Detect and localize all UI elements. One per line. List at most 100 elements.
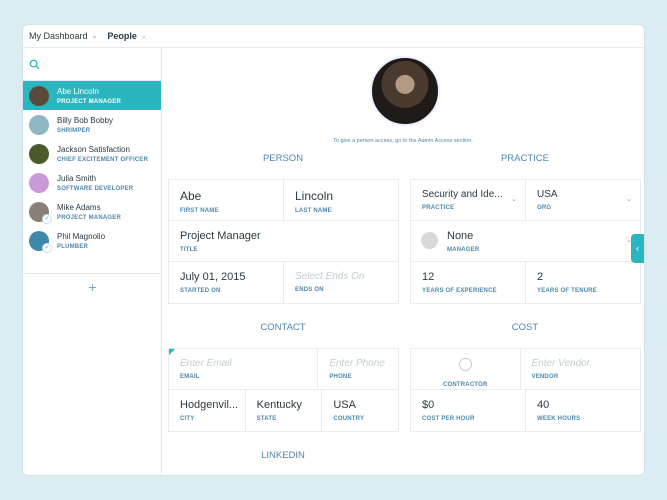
org-select[interactable]: USA ORG ⌄ (526, 180, 640, 220)
person-list-item[interactable]: Abe Lincoln PROJECT MANAGER (23, 81, 161, 110)
state-label: STATE (256, 416, 277, 422)
person-list-item[interactable]: Billy Bob Bobby SHRIMPER (23, 110, 161, 139)
collapse-panel-tab[interactable]: ‹ (631, 234, 644, 263)
chevron-left-icon: ‹ (636, 243, 639, 253)
manager-avatar (421, 232, 438, 249)
chevron-down-icon: ⌄ (511, 196, 517, 203)
people-sidebar: Abe Lincoln PROJECT MANAGER Billy Bob Bobb… (23, 48, 162, 475)
last-name-field[interactable]: Lincoln LAST NAME (284, 180, 398, 220)
section-practice: PRACTICE (500, 153, 550, 164)
ends-on-field[interactable]: Select Ends On ENDS ON (284, 262, 398, 303)
week-hours-label: WEEK HOURS (537, 416, 581, 422)
person-list-item[interactable]: Julia Smith SOFTWARE DEVELOPER (23, 168, 161, 197)
title-field[interactable]: Project Manager TITLE (169, 221, 398, 261)
contractor-radio[interactable] (458, 358, 472, 371)
last-name-label: LAST NAME (295, 208, 332, 214)
person-role: PLUMBER (57, 243, 89, 250)
practice-grid: Security and Ide... PRACTICE ⌄ USA ORG ⌄ Non… (410, 179, 641, 304)
section-person: PERSON (262, 153, 304, 164)
practice-label: PRACTICE (422, 205, 455, 211)
vendor-placeholder: Enter Vendor (531, 358, 591, 369)
cost-per-hour-value: $0 (422, 399, 435, 411)
search-icon (29, 59, 40, 70)
first-name-field[interactable]: Abe FIRST NAME (169, 180, 284, 220)
avatar (29, 114, 49, 135)
manager-label: MANAGER (447, 247, 480, 253)
city-field[interactable]: Hodgenvil... CITY (169, 390, 246, 431)
chevron-down-icon[interactable]: ⌄ (141, 32, 147, 40)
admin-access-note: To give a person access, go to the Admin… (333, 138, 473, 144)
avatar (29, 85, 49, 106)
ends-on-label: ENDS ON (295, 287, 324, 293)
add-person-button[interactable]: + (23, 273, 162, 295)
started-on-field[interactable]: July 01, 2015 STARTED ON (169, 262, 284, 303)
email-placeholder: Enter Email (180, 358, 232, 369)
cost-per-hour-label: COST PER HOUR (422, 416, 475, 422)
experience-value: 12 (422, 271, 435, 283)
city-value: Hodgenvil... (180, 399, 239, 411)
app-window: My Dashboard ⌄ People ⌄ Abe Lincoln PROJECT… (22, 24, 645, 476)
person-detail: To give a person access, go to the Admin… (162, 48, 644, 475)
contact-grid: Enter Email EMAIL Enter Phone PHONE Hodgen… (168, 348, 399, 432)
manager-value: None (447, 230, 474, 242)
people-list: Abe Lincoln PROJECT MANAGER Billy Bob Bobb… (23, 81, 161, 255)
email-field[interactable]: Enter Email EMAIL (169, 349, 319, 389)
person-role: CHIEF EXCITEMENT OFFICER (57, 156, 149, 163)
dashboard-menu[interactable]: My Dashboard (29, 31, 88, 41)
person-grid: Abe FIRST NAME Lincoln LAST NAME Project M… (168, 179, 399, 304)
tenure-value: 2 (537, 271, 544, 283)
first-name-label: FIRST NAME (180, 208, 219, 214)
person-list-item[interactable]: Jackson Satisfaction CHIEF EXCITEMENT OFF… (23, 139, 161, 168)
vendor-field[interactable]: Enter Vendor VENDOR (521, 349, 641, 389)
breadcrumb: My Dashboard ⌄ People ⌄ (23, 25, 644, 48)
person-name: Abe Lincoln (57, 86, 99, 96)
person-list-item[interactable]: ✓ Mike Adams PROJECT MANAGER (23, 197, 161, 226)
experience-field[interactable]: 12 YEARS OF EXPERIENCE (411, 262, 526, 303)
person-name: Phil Magnolio (57, 231, 106, 241)
country-field[interactable]: USA COUNTRY (322, 390, 398, 431)
org-label: ORG (537, 205, 552, 211)
state-field[interactable]: Kentucky STATE (246, 390, 323, 431)
manager-select[interactable]: None MANAGER ⌄ (411, 221, 640, 261)
check-icon: ✓ (42, 214, 52, 224)
person-list-item[interactable]: ✓ Phil Magnolio PLUMBER (23, 226, 161, 255)
profile-photo[interactable] (370, 56, 440, 126)
people-menu[interactable]: People (107, 31, 137, 41)
last-name-value: Lincoln (295, 189, 334, 203)
chevron-down-icon[interactable]: ⌄ (92, 32, 98, 40)
started-on-value: July 01, 2015 (180, 271, 246, 283)
country-label: COUNTRY (333, 416, 365, 422)
practice-value: Security and Ide... (422, 189, 503, 200)
experience-label: YEARS OF EXPERIENCE (422, 288, 497, 294)
title-value: Project Manager (180, 230, 261, 242)
search-button[interactable] (23, 48, 161, 81)
person-name: Billy Bob Bobby (57, 115, 114, 125)
title-label: TITLE (180, 247, 198, 253)
person-name: Jackson Satisfaction (57, 144, 130, 154)
person-role: SHRIMPER (57, 127, 91, 134)
week-hours-value: 40 (537, 399, 550, 411)
tenure-label: YEARS OF TENURE (537, 288, 598, 294)
ends-on-placeholder: Select Ends On (295, 271, 365, 282)
cost-per-hour-field[interactable]: $0 COST PER HOUR (411, 390, 526, 431)
person-name: Julia Smith (57, 173, 97, 183)
week-hours-field[interactable]: 40 WEEK HOURS (526, 390, 640, 431)
required-marker (169, 349, 175, 355)
phone-label: PHONE (329, 374, 352, 380)
first-name-value: Abe (180, 189, 202, 203)
practice-select[interactable]: Security and Ide... PRACTICE ⌄ (411, 180, 526, 220)
email-label: EMAIL (180, 374, 200, 380)
check-icon: ✓ (42, 243, 52, 253)
avatar (29, 143, 49, 164)
chevron-down-icon: ⌄ (626, 196, 632, 203)
contractor-toggle[interactable]: CONTRACTOR (411, 349, 521, 389)
vendor-label: VENDOR (531, 374, 559, 380)
tenure-field[interactable]: 2 YEARS OF TENURE (526, 262, 640, 303)
phone-placeholder: Enter Phone (329, 358, 385, 369)
phone-field[interactable]: Enter Phone PHONE (318, 349, 398, 389)
avatar (29, 172, 49, 193)
person-role: PROJECT MANAGER (57, 214, 122, 221)
started-on-label: STARTED ON (180, 288, 221, 294)
section-cost: COST (511, 322, 539, 333)
org-value: USA (537, 189, 558, 200)
